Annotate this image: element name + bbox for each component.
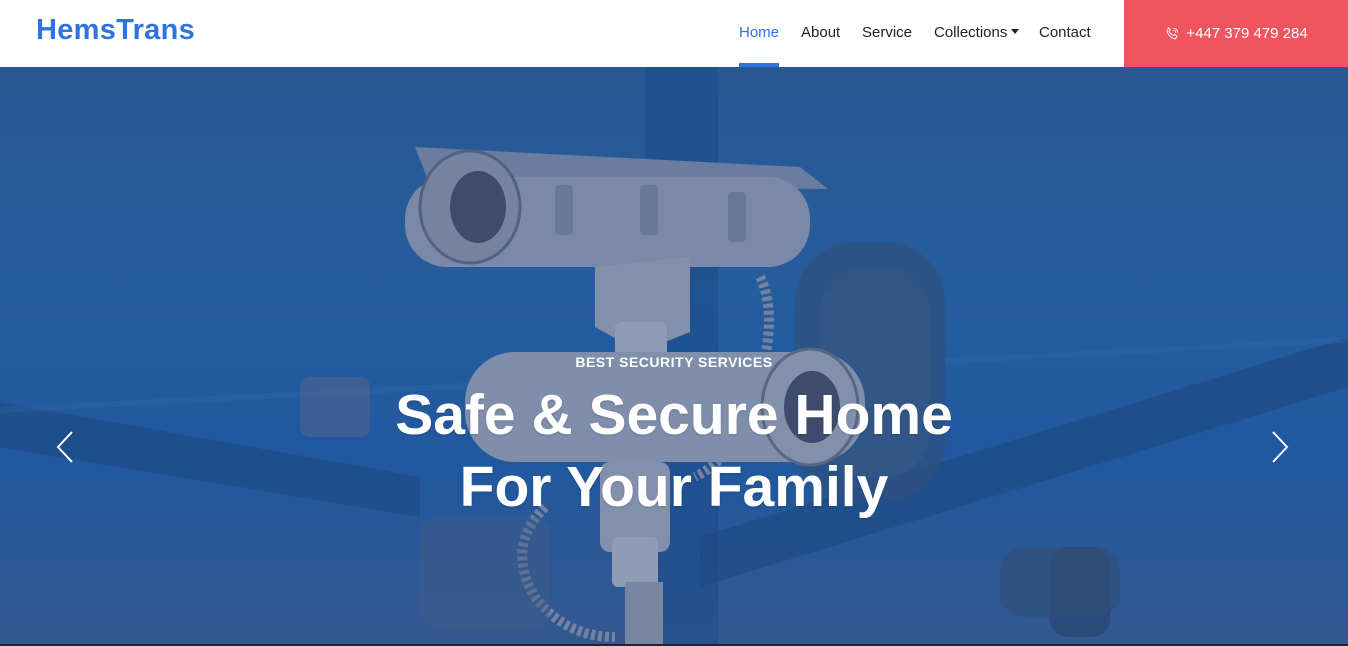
- hero-title-line-1: Safe & Secure Home: [395, 383, 953, 447]
- phone-button[interactable]: +447 379 479 284: [1124, 0, 1348, 67]
- nav-item-home[interactable]: Home: [739, 0, 780, 67]
- navbar: HemsTrans Home About Service Collections…: [0, 0, 1348, 67]
- hero-title: Safe & Secure Home For Your Family: [0, 379, 1348, 523]
- hero-title-line-2: For Your Family: [459, 455, 889, 519]
- nav-item-collections[interactable]: Collections: [934, 0, 1020, 67]
- nav-item-about[interactable]: About: [801, 0, 840, 67]
- nav-item-collections-label: Collections: [934, 24, 1008, 41]
- phone-icon: [1166, 26, 1179, 39]
- caret-down-icon: [1011, 29, 1020, 34]
- nav-item-service[interactable]: Service: [862, 0, 912, 67]
- hero-subtitle: BEST SECURITY SERVICES: [575, 354, 773, 370]
- brand-logo[interactable]: HemsTrans: [36, 14, 195, 47]
- phone-number: +447 379 479 284: [1186, 25, 1308, 42]
- hero-slider: BEST SECURITY SERVICES Safe & Secure Hom…: [0, 67, 1348, 644]
- nav-item-contact[interactable]: Contact: [1039, 0, 1091, 67]
